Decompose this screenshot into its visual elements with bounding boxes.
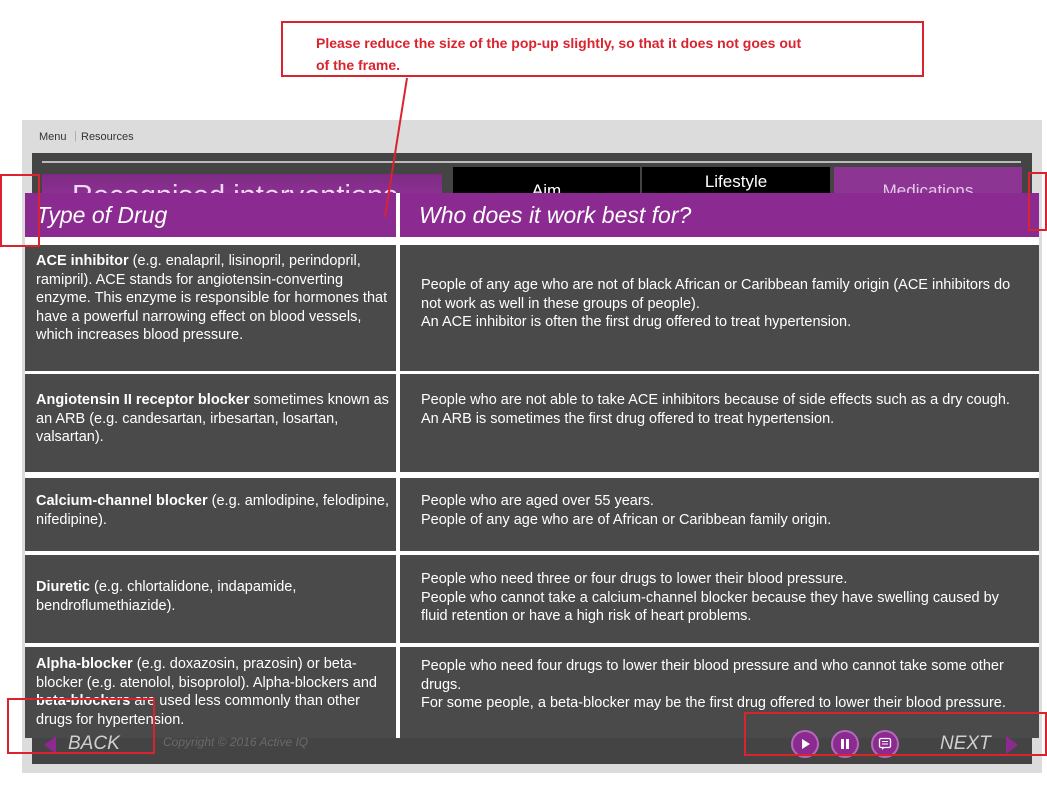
who-line: People of any age who are of African or … (421, 511, 832, 528)
drug-name: Alpha-blocker (36, 656, 133, 672)
table-cell-drug: Calcium-channel blocker (e.g. amlodipine… (25, 478, 396, 551)
column-header-type-of-drug: Type of Drug (25, 193, 396, 237)
table-cell-who: People who are not able to take ACE inhi… (400, 374, 1039, 472)
table-cell-drug: Angiotensin II receptor blocker sometime… (25, 374, 396, 472)
who-line: People who cannot take a calcium-channel… (421, 589, 999, 625)
column-header-who-best-for: Who does it work best for? (400, 193, 1039, 237)
table-cell-who: People who need three or four drugs to l… (400, 555, 1039, 643)
drug-name: Calcium-channel blocker (36, 493, 208, 509)
annotation-box-back (7, 698, 155, 754)
stage-divider (42, 161, 1021, 163)
table-cell-drug: Diuretic (e.g. chlortalidone, indapamide… (25, 555, 396, 643)
topbar-separator: | (74, 130, 77, 142)
who-line: People who are aged over 55 years. (421, 493, 654, 509)
table-cell-drug: ACE inhibitor (e.g. enalapril, lisinopri… (25, 245, 396, 371)
annotation-text-line1: Please reduce the size of the pop-up sli… (316, 35, 802, 51)
annotation-callout: Please reduce the size of the pop-up sli… (281, 21, 924, 77)
who-line: People who are not able to take ACE inhi… (421, 392, 1010, 427)
copyright-text: Copyright © 2016 Active IQ (163, 735, 309, 749)
who-line: People who need three or four drugs to l… (421, 571, 848, 587)
who-line: For some people, a beta-blocker may be t… (421, 695, 1006, 711)
who-line: People of any age who are not of black A… (421, 277, 1011, 312)
who-line: People who need four drugs to lower thei… (421, 658, 1004, 693)
table-cell-who: People who are aged over 55 years. Peopl… (400, 478, 1039, 551)
who-line: An ACE inhibitor is often the first drug… (421, 314, 852, 330)
annotation-text-line2: of the frame. (316, 57, 401, 73)
menu-link[interactable]: Menu (39, 131, 67, 143)
annotation-box-right (1028, 172, 1047, 231)
annotation-box-left (0, 174, 40, 247)
drug-name: Diuretic (36, 579, 90, 595)
annotation-box-controls (744, 712, 1047, 756)
table-cell-who: People of any age who are not of black A… (400, 245, 1039, 371)
drug-table-popup: Type of Drug Who does it work best for? … (25, 193, 1039, 738)
resources-link[interactable]: Resources (81, 131, 134, 143)
drug-name: Angiotensin II receptor blocker (36, 392, 250, 408)
drug-name: ACE inhibitor (36, 253, 129, 269)
top-bar: Menu | Resources (22, 120, 1042, 150)
